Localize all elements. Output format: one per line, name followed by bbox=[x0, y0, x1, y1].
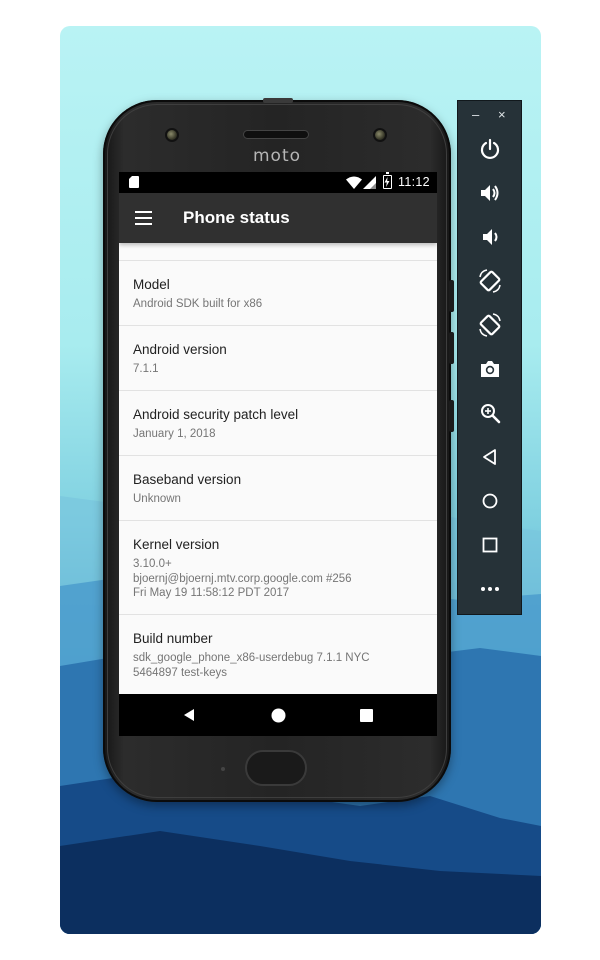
signal-icon bbox=[363, 176, 376, 189]
wifi-icon bbox=[346, 176, 362, 189]
app-toolbar: Phone status bbox=[119, 193, 437, 243]
list-item-android-version[interactable]: Android version 7.1.1 bbox=[119, 326, 437, 391]
back-button[interactable] bbox=[475, 442, 505, 472]
volume-up-button[interactable] bbox=[475, 178, 505, 208]
nav-home-button[interactable] bbox=[258, 694, 298, 736]
front-camera bbox=[373, 128, 387, 142]
list-item-build-number[interactable]: Build number sdk_google_phone_x86-userde… bbox=[119, 615, 437, 694]
item-label: Baseband version bbox=[133, 472, 242, 487]
battery-icon bbox=[383, 172, 392, 189]
rotate-right-icon bbox=[479, 313, 501, 337]
power-icon bbox=[480, 138, 500, 160]
list-item-security-patch[interactable]: Android security patch level January 1, … bbox=[119, 391, 437, 456]
hamburger-menu-icon[interactable] bbox=[135, 211, 152, 225]
sd-card-icon bbox=[129, 176, 139, 188]
overview-button[interactable] bbox=[475, 530, 505, 560]
item-label: Build number bbox=[133, 631, 213, 646]
page-title: Phone status bbox=[183, 208, 290, 227]
more-icon bbox=[481, 587, 499, 591]
power-button[interactable] bbox=[475, 134, 505, 164]
item-value: January 1, 2018 bbox=[133, 428, 216, 440]
volume-down-button[interactable] bbox=[475, 222, 505, 252]
back-triangle-icon bbox=[184, 709, 194, 721]
item-value: Unknown bbox=[133, 493, 181, 505]
brand-logo: moto bbox=[252, 146, 302, 166]
emulator-toolbar: – × bbox=[457, 100, 522, 615]
zoom-button[interactable] bbox=[475, 398, 505, 428]
item-label: Model bbox=[133, 277, 170, 292]
status-bar: 11:12 bbox=[119, 172, 437, 193]
item-label: Android security patch level bbox=[133, 407, 299, 422]
item-value: sdk_google_phone_x86-userdebug 7.1.1 NYC… bbox=[133, 652, 370, 679]
item-value: Android SDK built for x86 bbox=[133, 298, 263, 310]
more-button[interactable] bbox=[475, 574, 505, 604]
home-icon bbox=[482, 493, 498, 509]
home-button[interactable] bbox=[475, 486, 505, 516]
phone-status-list: Model Android SDK built for x86 Android … bbox=[119, 243, 437, 694]
back-icon bbox=[483, 449, 496, 465]
microphone-dot bbox=[221, 767, 225, 771]
rotate-right-button[interactable] bbox=[475, 310, 505, 340]
volume-up-icon bbox=[481, 185, 499, 201]
item-value: 3.10.0+ bjoernj@bjoernj.mtv.corp.google.… bbox=[133, 558, 352, 599]
side-button-upper bbox=[449, 280, 454, 312]
fingerprint-home-key[interactable] bbox=[245, 750, 307, 786]
rotate-left-icon bbox=[479, 269, 501, 293]
side-button-middle bbox=[449, 332, 454, 364]
overview-icon bbox=[482, 537, 498, 553]
list-item-baseband[interactable]: Baseband version Unknown bbox=[119, 456, 437, 521]
screenshot-button[interactable] bbox=[475, 354, 505, 384]
camera-icon bbox=[481, 361, 499, 377]
item-label: Kernel version bbox=[133, 537, 220, 552]
list-item-kernel[interactable]: Kernel version 3.10.0+ bjoernj@bjoernj.m… bbox=[119, 521, 437, 615]
recents-square-icon bbox=[359, 708, 373, 722]
earpiece-speaker bbox=[243, 130, 309, 139]
item-value: 7.1.1 bbox=[133, 363, 159, 375]
top-port bbox=[263, 98, 293, 103]
list-item-partial[interactable] bbox=[119, 243, 437, 261]
rotate-left-button[interactable] bbox=[475, 266, 505, 296]
volume-down-icon bbox=[483, 229, 498, 245]
nav-back-button[interactable] bbox=[169, 694, 209, 736]
item-label: Android version bbox=[133, 342, 227, 357]
side-button-lower bbox=[449, 400, 454, 432]
minimize-button[interactable]: – bbox=[472, 107, 479, 122]
navigation-bar bbox=[119, 694, 437, 736]
front-sensor bbox=[165, 128, 179, 142]
phone-screen: 11:12 Phone status Model Android SDK bui… bbox=[119, 172, 437, 736]
list-item-model[interactable]: Model Android SDK built for x86 bbox=[119, 261, 437, 326]
nav-recents-button[interactable] bbox=[346, 694, 386, 736]
home-circle-icon bbox=[271, 708, 285, 722]
zoom-icon bbox=[481, 404, 501, 424]
status-time: 11:12 bbox=[398, 175, 430, 189]
close-button[interactable]: × bbox=[498, 107, 506, 122]
